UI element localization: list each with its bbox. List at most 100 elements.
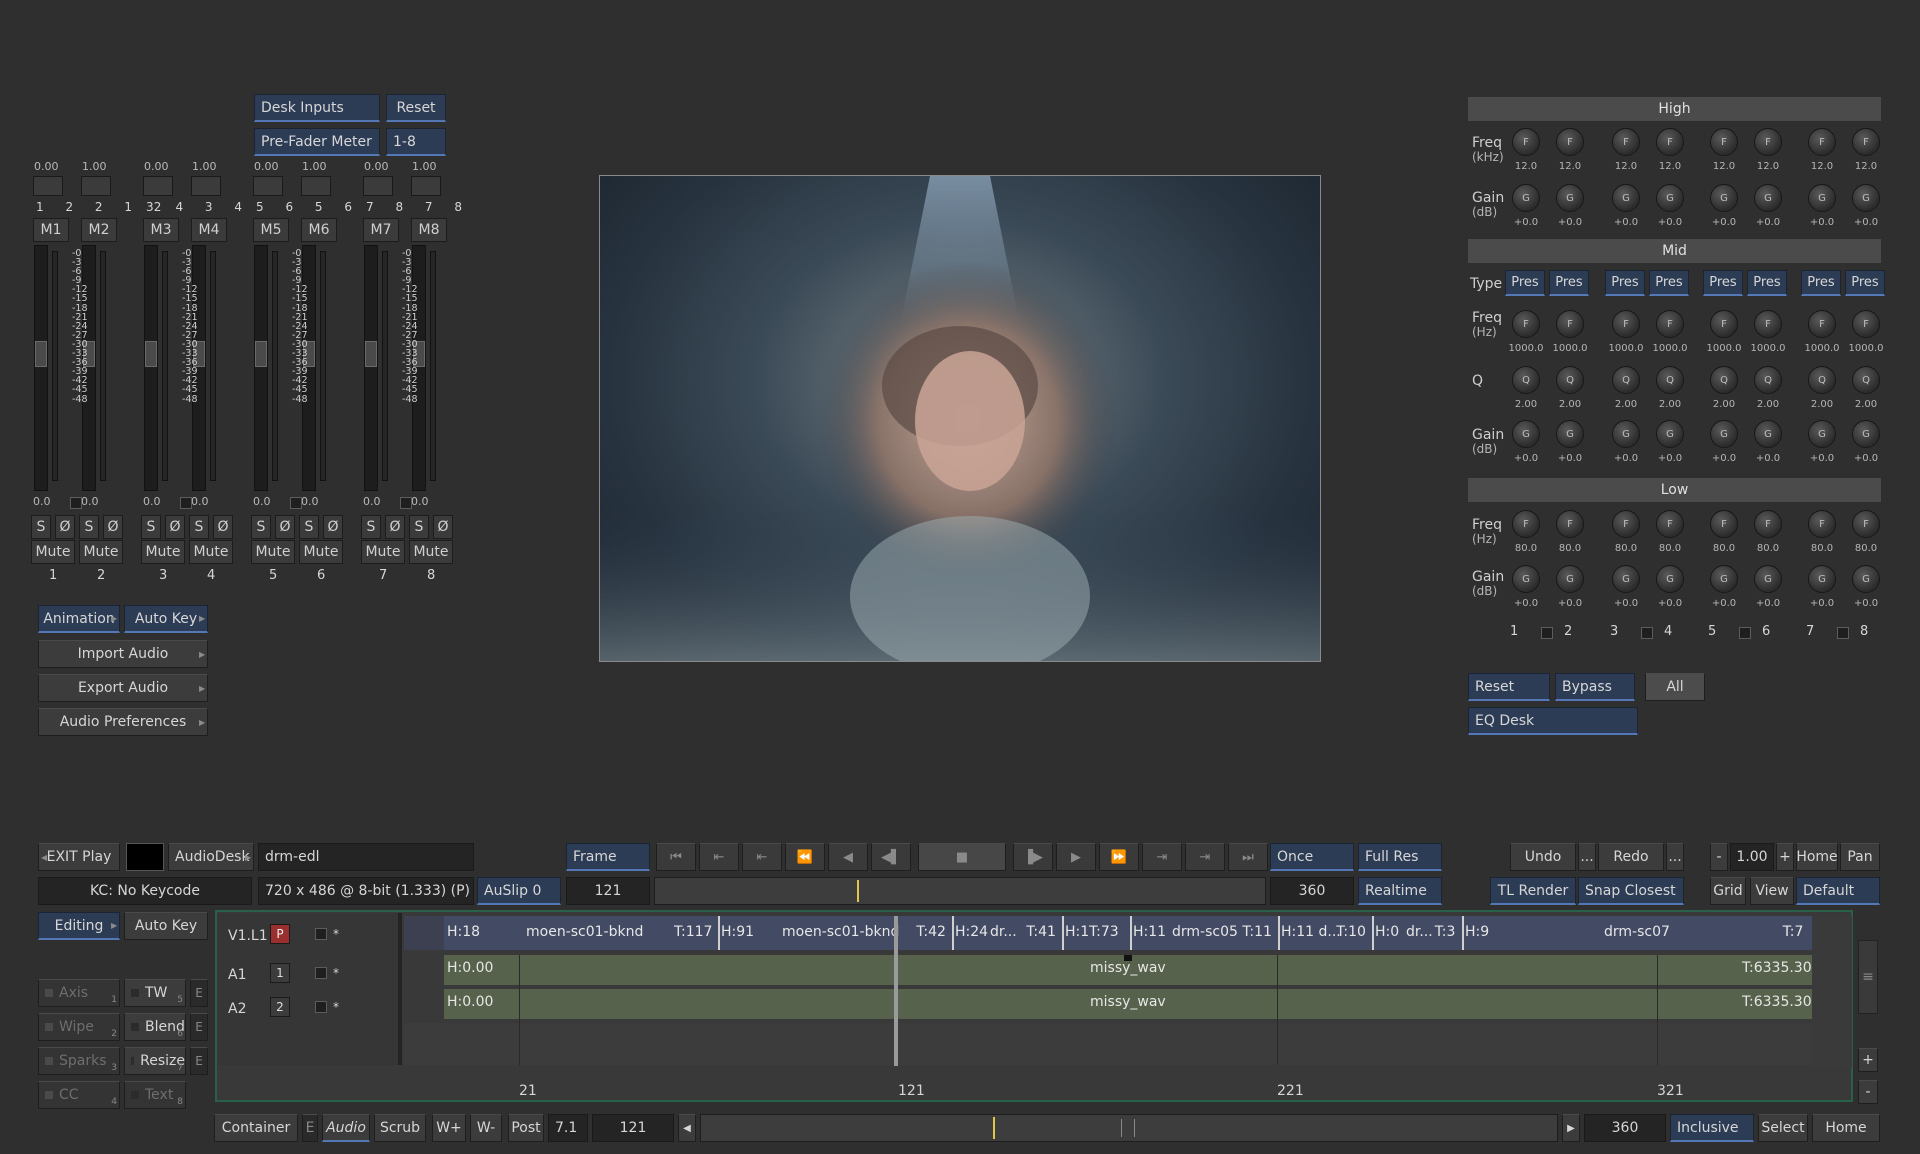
solo-button-6[interactable]: S [299, 515, 319, 539]
low-freq-knob-8[interactable]: F [1852, 510, 1880, 538]
high-freq-knob-7[interactable]: F [1808, 128, 1836, 156]
current-frame-field[interactable]: 121 [566, 877, 650, 905]
eq-link-checkbox-4[interactable] [1837, 627, 1849, 639]
previous-cut-button[interactable]: ⇤ [699, 843, 739, 871]
grid-button[interactable]: Grid [1710, 877, 1746, 905]
phase-button-1[interactable]: Ø [55, 515, 75, 539]
tw-tool-button[interactable]: TW 5 [124, 979, 186, 1007]
mid-q-knob-3[interactable]: Q [1612, 366, 1640, 394]
stop-button[interactable]: ■ [918, 843, 1006, 871]
high-freq-knob-4[interactable]: F [1656, 128, 1684, 156]
phase-button-6[interactable]: Ø [323, 515, 343, 539]
fader-cap-7[interactable] [365, 341, 377, 367]
high-freq-knob-2[interactable]: F [1556, 128, 1584, 156]
exit-play-button[interactable]: ◀ EXIT Play [38, 843, 120, 871]
mid-gain-knob-7[interactable]: G [1808, 420, 1836, 448]
timeline-playhead[interactable] [894, 916, 898, 1066]
phase-button-8[interactable]: Ø [433, 515, 453, 539]
channel-button-3[interactable]: M3 [143, 218, 179, 242]
mid-type-button-6[interactable]: Pres [1747, 270, 1787, 296]
v-clip-name-1[interactable]: moen-sc01-bknd [782, 924, 899, 940]
mid-freq-knob-4[interactable]: F [1656, 310, 1684, 338]
channel-button-7[interactable]: M7 [363, 218, 399, 242]
pan-control-2[interactable] [81, 176, 111, 196]
solo-button-1[interactable]: S [31, 515, 51, 539]
eq-reset-button[interactable]: Reset [1468, 673, 1550, 701]
mixer-reset-button[interactable]: Reset [386, 94, 446, 122]
full-res-button[interactable]: Full Res [1358, 843, 1442, 871]
track-monitor-2[interactable] [315, 1001, 327, 1013]
axis-tool-button[interactable]: Axis 1 [38, 979, 120, 1007]
pan-control-3[interactable] [143, 176, 173, 196]
sparks-tool-button[interactable]: Sparks 3 [38, 1047, 120, 1075]
next-cut-button[interactable]: ⇥ [1185, 843, 1225, 871]
mid-gain-knob-2[interactable]: G [1556, 420, 1584, 448]
fader-track-4[interactable] [210, 251, 216, 481]
tl-render-button[interactable]: TL Render [1490, 877, 1576, 905]
mute-button-3[interactable]: Mute [141, 540, 185, 564]
redo-button[interactable]: Redo [1598, 843, 1664, 871]
timeline-auto-key-button[interactable]: Auto Key [124, 912, 208, 940]
high-gain-knob-3[interactable]: G [1612, 184, 1640, 212]
track-tag-0[interactable]: P [270, 924, 290, 944]
channel-button-2[interactable]: M2 [81, 218, 117, 242]
low-gain-knob-4[interactable]: G [1656, 565, 1684, 593]
fader-track-2[interactable] [100, 251, 106, 481]
mid-freq-knob-8[interactable]: F [1852, 310, 1880, 338]
eq-bypass-button[interactable]: Bypass [1555, 673, 1635, 701]
solo-button-4[interactable]: S [189, 515, 209, 539]
channel-button-4[interactable]: M4 [191, 218, 227, 242]
pan-control-5[interactable] [253, 176, 283, 196]
solo-button-3[interactable]: S [141, 515, 161, 539]
track-monitor-0[interactable] [315, 928, 327, 940]
scroll-left-button[interactable]: ◀ [678, 1114, 696, 1142]
v-clip-name-7[interactable]: drm-sc07 [1604, 924, 1670, 940]
pan-control-6[interactable] [301, 176, 331, 196]
loop-once-button[interactable]: Once [1270, 843, 1354, 871]
zoom-plus-button[interactable]: + [1776, 843, 1794, 871]
low-freq-knob-4[interactable]: F [1656, 510, 1684, 538]
low-freq-knob-2[interactable]: F [1556, 510, 1584, 538]
channel-button-6[interactable]: M6 [301, 218, 337, 242]
scrub-button[interactable]: Scrub [374, 1114, 426, 1142]
next-keyframe-button[interactable]: ⇥ [1142, 843, 1182, 871]
track-tag-1[interactable]: 1 [270, 963, 290, 983]
v-clip-name-2[interactable]: dr... [990, 924, 1017, 940]
mid-q-knob-6[interactable]: Q [1754, 366, 1782, 394]
low-freq-knob-5[interactable]: F [1710, 510, 1738, 538]
channel-button-8[interactable]: M8 [411, 218, 447, 242]
high-freq-knob-6[interactable]: F [1754, 128, 1782, 156]
high-gain-knob-2[interactable]: G [1556, 184, 1584, 212]
solo-button-7[interactable]: S [361, 515, 381, 539]
container-button[interactable]: Container [214, 1114, 298, 1142]
phase-button-3[interactable]: Ø [165, 515, 185, 539]
high-gain-knob-7[interactable]: G [1808, 184, 1836, 212]
realtime-button[interactable]: Realtime [1358, 877, 1442, 905]
zoom-minus-button[interactable]: - [1710, 843, 1728, 871]
mid-q-knob-8[interactable]: Q [1852, 366, 1880, 394]
mid-type-button-7[interactable]: Pres [1801, 270, 1841, 296]
mid-gain-knob-8[interactable]: G [1852, 420, 1880, 448]
view-button[interactable]: View [1750, 877, 1794, 905]
auslip-button[interactable]: AuSlip 0 [477, 877, 561, 905]
high-freq-knob-3[interactable]: F [1612, 128, 1640, 156]
mid-freq-knob-5[interactable]: F [1710, 310, 1738, 338]
fader-track-7[interactable] [382, 251, 388, 481]
mid-type-button-2[interactable]: Pres [1549, 270, 1589, 296]
bottom-home-button[interactable]: Home [1812, 1114, 1880, 1142]
mute-button-6[interactable]: Mute [299, 540, 343, 564]
mid-gain-knob-1[interactable]: G [1512, 420, 1540, 448]
pan-control-7[interactable] [363, 176, 393, 196]
mid-q-knob-7[interactable]: Q [1808, 366, 1836, 394]
step-back-button[interactable]: ◀▌ [871, 843, 911, 871]
fader-track-3[interactable] [162, 251, 168, 481]
blend-edit-button[interactable]: E [190, 1013, 208, 1041]
w-minus-button[interactable]: W- [470, 1114, 502, 1142]
mute-button-8[interactable]: Mute [409, 540, 453, 564]
mid-gain-knob-6[interactable]: G [1754, 420, 1782, 448]
low-freq-knob-6[interactable]: F [1754, 510, 1782, 538]
end-frame-field[interactable]: 360 [1270, 877, 1354, 905]
bottom-end-field[interactable]: 360 [1584, 1114, 1666, 1142]
undo-list-button[interactable]: ... [1578, 843, 1596, 871]
redo-list-button[interactable]: ... [1666, 843, 1684, 871]
